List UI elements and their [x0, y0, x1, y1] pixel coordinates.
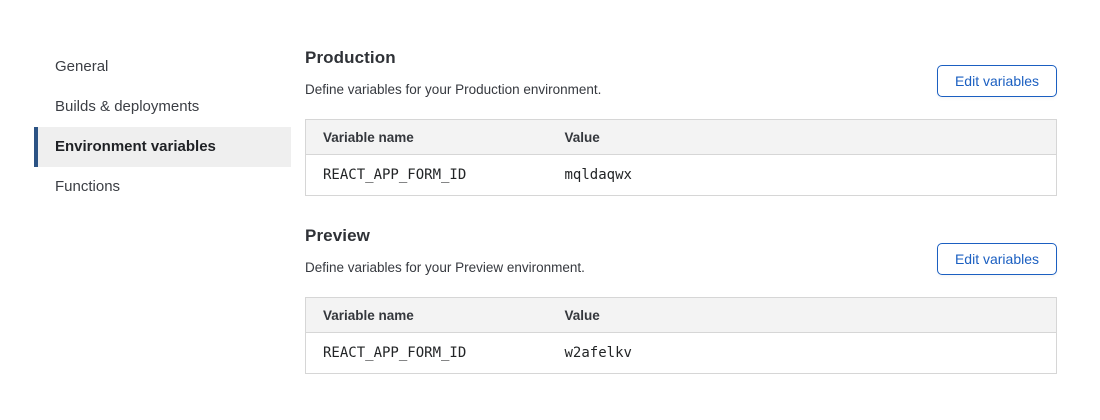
- variable-name-cell: REACT_APP_FORM_ID: [306, 155, 548, 196]
- variable-name-header: Variable name: [306, 120, 548, 155]
- production-edit-variables-button[interactable]: Edit variables: [937, 65, 1057, 97]
- sidebar-item-builds-deployments[interactable]: Builds & deployments: [34, 87, 291, 127]
- table-row: REACT_APP_FORM_ID w2afelkv: [306, 333, 1057, 374]
- sidebar-item-environment-variables[interactable]: Environment variables: [34, 127, 291, 167]
- sidebar-item-functions[interactable]: Functions: [34, 167, 291, 207]
- preview-edit-variables-button[interactable]: Edit variables: [937, 243, 1057, 275]
- value-header: Value: [548, 298, 1057, 333]
- table-header-row: Variable name Value: [306, 120, 1057, 155]
- settings-sidebar: General Builds & deployments Environment…: [34, 47, 291, 207]
- variable-value-cell: w2afelkv: [548, 333, 1057, 374]
- variable-value-cell: mqldaqwx: [548, 155, 1057, 196]
- variable-name-header: Variable name: [306, 298, 548, 333]
- value-header: Value: [548, 120, 1057, 155]
- preview-variables-table: Variable name Value REACT_APP_FORM_ID w2…: [305, 297, 1057, 374]
- variable-name-cell: REACT_APP_FORM_ID: [306, 333, 548, 374]
- table-row: REACT_APP_FORM_ID mqldaqwx: [306, 155, 1057, 196]
- production-variables-table: Variable name Value REACT_APP_FORM_ID mq…: [305, 119, 1057, 196]
- production-section: Production Define variables for your Pro…: [305, 48, 1057, 196]
- settings-page: General Builds & deployments Environment…: [0, 0, 1100, 420]
- sidebar-item-general[interactable]: General: [34, 47, 291, 87]
- preview-section: Preview Define variables for your Previe…: [305, 226, 1057, 374]
- table-header-row: Variable name Value: [306, 298, 1057, 333]
